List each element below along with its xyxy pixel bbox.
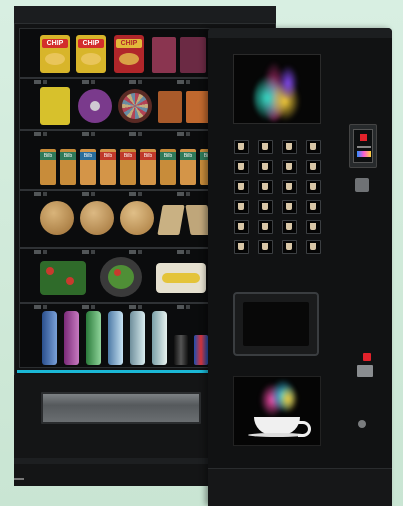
drink-button[interactable] — [306, 180, 321, 194]
drink-button[interactable] — [258, 180, 273, 194]
drink-button[interactable] — [282, 160, 297, 174]
drink-button[interactable] — [306, 220, 321, 234]
chip-brand-label: CHIP — [42, 39, 68, 48]
snack-pack — [158, 91, 182, 123]
water-bottle — [64, 311, 79, 365]
coin-slot[interactable] — [357, 365, 373, 377]
card-reader[interactable] — [355, 178, 369, 192]
chip-bag: CHIP — [76, 35, 106, 73]
donut-pack — [78, 89, 112, 123]
drink-button[interactable] — [258, 140, 273, 154]
coffee-machine-plinth — [208, 468, 392, 506]
water-bottle — [86, 311, 101, 365]
bread-roll — [40, 201, 74, 235]
lock-keyhole — [358, 420, 366, 428]
drink-button[interactable] — [282, 220, 297, 234]
coffee-machine-header — [208, 28, 392, 38]
drink-button[interactable] — [282, 200, 297, 214]
drink-button[interactable] — [234, 240, 249, 254]
drink-button[interactable] — [234, 200, 249, 214]
cup-dispenser-bay[interactable] — [233, 292, 319, 356]
drink-button[interactable] — [258, 220, 273, 234]
water-bottle — [152, 311, 167, 365]
water-bottle — [108, 311, 123, 365]
floor-mark — [14, 478, 24, 480]
promo-smoke-display — [233, 54, 321, 124]
salad-box — [40, 261, 86, 295]
donut-pack — [118, 89, 152, 123]
drink-button[interactable] — [306, 200, 321, 214]
drink-button[interactable] — [306, 140, 321, 154]
snack-pack — [152, 37, 176, 73]
sandwich-pack — [157, 205, 185, 235]
drink-button[interactable] — [306, 160, 321, 174]
drink-button[interactable] — [306, 240, 321, 254]
bar-pack: Bilb — [40, 149, 56, 185]
drink-can — [194, 335, 208, 365]
chip-bag: CHIP — [40, 35, 70, 73]
snack-pack — [180, 37, 206, 73]
product-pickup-flap[interactable] — [41, 392, 201, 424]
drink-button[interactable] — [234, 160, 249, 174]
brand-logo-icon — [363, 353, 371, 361]
drink-button[interactable] — [234, 220, 249, 234]
bar-pack: Bilb — [180, 149, 196, 185]
drink-button[interactable] — [258, 160, 273, 174]
water-bottle — [42, 311, 57, 365]
touch-screen[interactable] — [353, 129, 373, 163]
water-bottle — [130, 311, 145, 365]
bar-pack: Bilb — [60, 149, 76, 185]
bar-pack: Bilb — [100, 149, 116, 185]
snack-machine-header — [14, 6, 276, 24]
drink-button[interactable] — [258, 200, 273, 214]
coffee-vending-machine — [208, 28, 392, 506]
bar-pack: Bilb — [120, 149, 136, 185]
drink-selection-grid — [228, 140, 325, 256]
bread-roll — [80, 201, 114, 235]
chip-brand-label: CHIP — [116, 39, 142, 48]
bar-pack: Bilb — [160, 149, 176, 185]
salad-bowl — [100, 257, 142, 297]
chip-brand-label: CHIP — [78, 39, 104, 48]
drink-button[interactable] — [282, 240, 297, 254]
drink-button[interactable] — [234, 140, 249, 154]
bar-pack: Bilb — [80, 149, 96, 185]
banana-box — [156, 263, 206, 293]
chip-bag: CHIP — [114, 35, 144, 73]
coffee-cup-display — [233, 376, 321, 446]
cup-dispenser-opening — [243, 302, 309, 346]
drink-button[interactable] — [234, 180, 249, 194]
bar-pack: Bilb — [140, 149, 156, 185]
snack-pack — [186, 91, 210, 123]
drink-button[interactable] — [258, 240, 273, 254]
snack-bag — [40, 87, 70, 125]
drink-button[interactable] — [282, 140, 297, 154]
drink-can — [174, 335, 188, 365]
touch-screen-unit[interactable] — [349, 124, 377, 168]
drink-button[interactable] — [282, 180, 297, 194]
bread-roll — [120, 201, 154, 235]
